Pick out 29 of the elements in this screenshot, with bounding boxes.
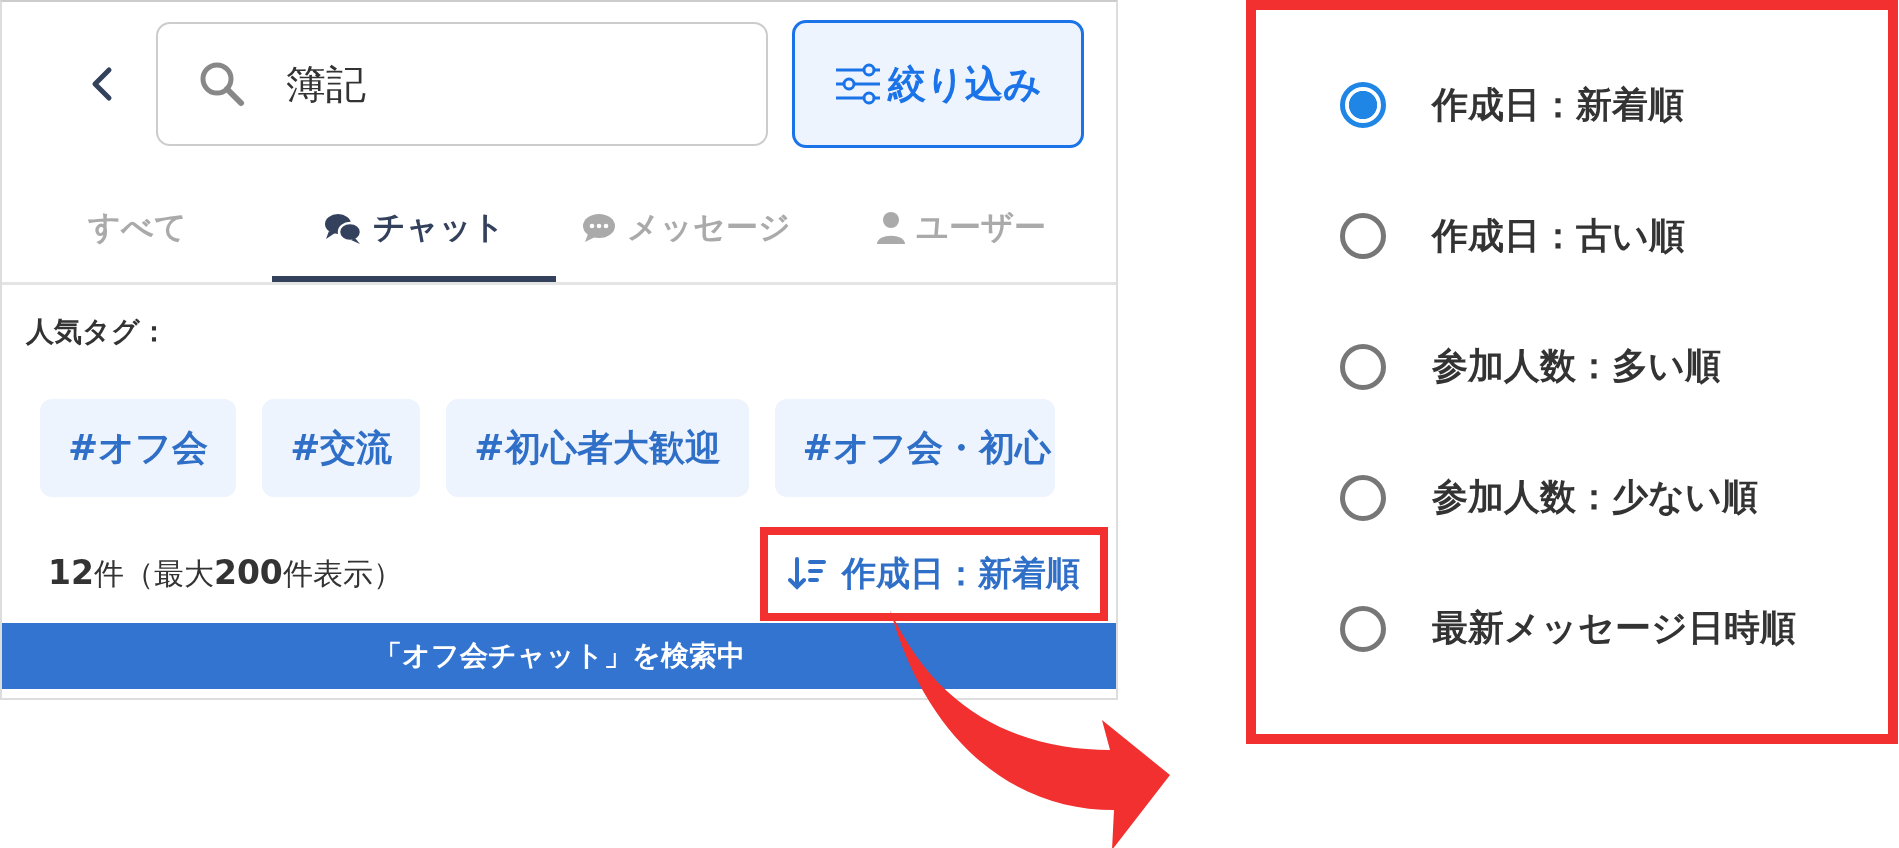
sliders-icon bbox=[834, 62, 882, 106]
tab[interactable]: すべて bbox=[2, 180, 272, 282]
radio-button[interactable] bbox=[1340, 82, 1386, 129]
option-label: 参加人数：多い順 bbox=[1432, 344, 1721, 389]
tag-chip[interactable]: #オフ会・初心 bbox=[774, 399, 1055, 497]
radio-button[interactable] bbox=[1340, 344, 1386, 390]
tag-chip[interactable]: #初心者大歓迎 bbox=[446, 399, 749, 497]
radio-button[interactable] bbox=[1340, 474, 1386, 521]
option-label: 作成日：新着順 bbox=[1432, 82, 1684, 127]
radio-button[interactable] bbox=[1340, 213, 1386, 260]
option-label: 最新メッセージ日時順 bbox=[1432, 606, 1796, 651]
section-label: 人気タグ： bbox=[25, 314, 169, 350]
result-count: 12件（最大200件表示） bbox=[48, 553, 403, 594]
option-label: 参加人数：少ない順 bbox=[1432, 475, 1758, 520]
tag-chip[interactable]: #交流 bbox=[262, 399, 421, 497]
search-field[interactable]: 簿記 bbox=[156, 22, 768, 146]
speech-bubble-icon bbox=[581, 212, 617, 244]
filter-button[interactable]: 絞り込み bbox=[792, 20, 1084, 148]
sort-button[interactable]: 作成日：新着順 bbox=[788, 541, 1080, 607]
option-label: 作成日：古い順 bbox=[1432, 213, 1685, 258]
status-banner: 「オフ会チャット」を検索中 bbox=[2, 623, 1116, 689]
tab[interactable]: チャット bbox=[272, 180, 556, 282]
tab[interactable]: ユーザー bbox=[816, 180, 1106, 282]
tab[interactable]: メッセージ bbox=[556, 180, 816, 282]
tag-chip[interactable]: #オフ会 bbox=[40, 399, 237, 497]
user-icon bbox=[876, 211, 906, 245]
sort-icon bbox=[788, 556, 826, 592]
chat-bubbles-icon bbox=[323, 211, 363, 245]
radio-button[interactable] bbox=[1340, 605, 1386, 652]
